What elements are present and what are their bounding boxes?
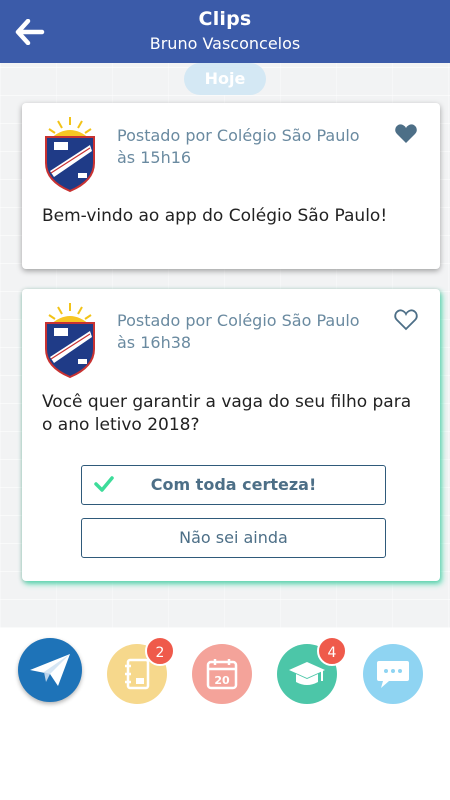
nav-clips[interactable]: [18, 638, 82, 702]
nav-calendar[interactable]: 20: [192, 644, 252, 704]
heart-outline-icon[interactable]: [394, 309, 418, 331]
answer-label: Com toda certeza!: [150, 475, 317, 494]
heart-filled-icon[interactable]: [394, 123, 418, 145]
school-crest-logo: [45, 117, 95, 193]
page-subtitle: Bruno Vasconcelos: [149, 34, 301, 53]
notification-badge: 4: [317, 636, 347, 666]
graduation-cap-icon: [289, 662, 325, 685]
chat-bubble-icon: [377, 661, 409, 688]
answer-label: Não sei ainda: [179, 528, 288, 547]
post-message: Bem-vindo ao app do Colégio São Paulo!: [42, 206, 388, 226]
calendar-day: 20: [214, 674, 230, 687]
post-author: Postado por Colégio São Paulo: [117, 126, 360, 145]
paper-plane-icon: [30, 654, 70, 686]
poll-question: Você quer garantir a vaga do seu filho p…: [42, 392, 412, 435]
app-header: Clips Bruno Vasconcelos: [0, 0, 450, 63]
calendar-icon: 20: [206, 659, 238, 690]
nav-notebook[interactable]: 2: [107, 636, 175, 704]
post-meta: Postado por Colégio São Paulo às 15h16: [117, 125, 360, 169]
post-time: às 15h16: [117, 148, 192, 167]
notification-badge: 2: [145, 636, 175, 666]
post-author: Postado por Colégio São Paulo: [117, 311, 360, 330]
answer-button-yes[interactable]: Com toda certeza!: [81, 465, 386, 505]
post-card: Postado por Colégio São Paulo às 15h16 B…: [22, 103, 440, 269]
clips-feed[interactable]: Hoje Postado por Colégio São Paulo às 15…: [0, 63, 450, 628]
answer-button-unsure[interactable]: Não sei ainda: [81, 518, 386, 558]
bottom-navigation: 2 20 4: [0, 628, 450, 800]
checkmark-icon: [94, 476, 114, 492]
poll-card: Postado por Colégio São Paulo às 16h38 V…: [22, 289, 440, 581]
nav-graduation[interactable]: 4: [277, 636, 347, 704]
school-crest-logo: [45, 303, 95, 379]
page-title: Clips: [198, 8, 252, 30]
post-time: às 16h38: [117, 333, 192, 352]
nav-chat[interactable]: [363, 644, 423, 704]
post-meta: Postado por Colégio São Paulo às 16h38: [117, 310, 360, 354]
notebook-icon: [125, 658, 150, 690]
day-separator: Hoje: [184, 63, 266, 95]
